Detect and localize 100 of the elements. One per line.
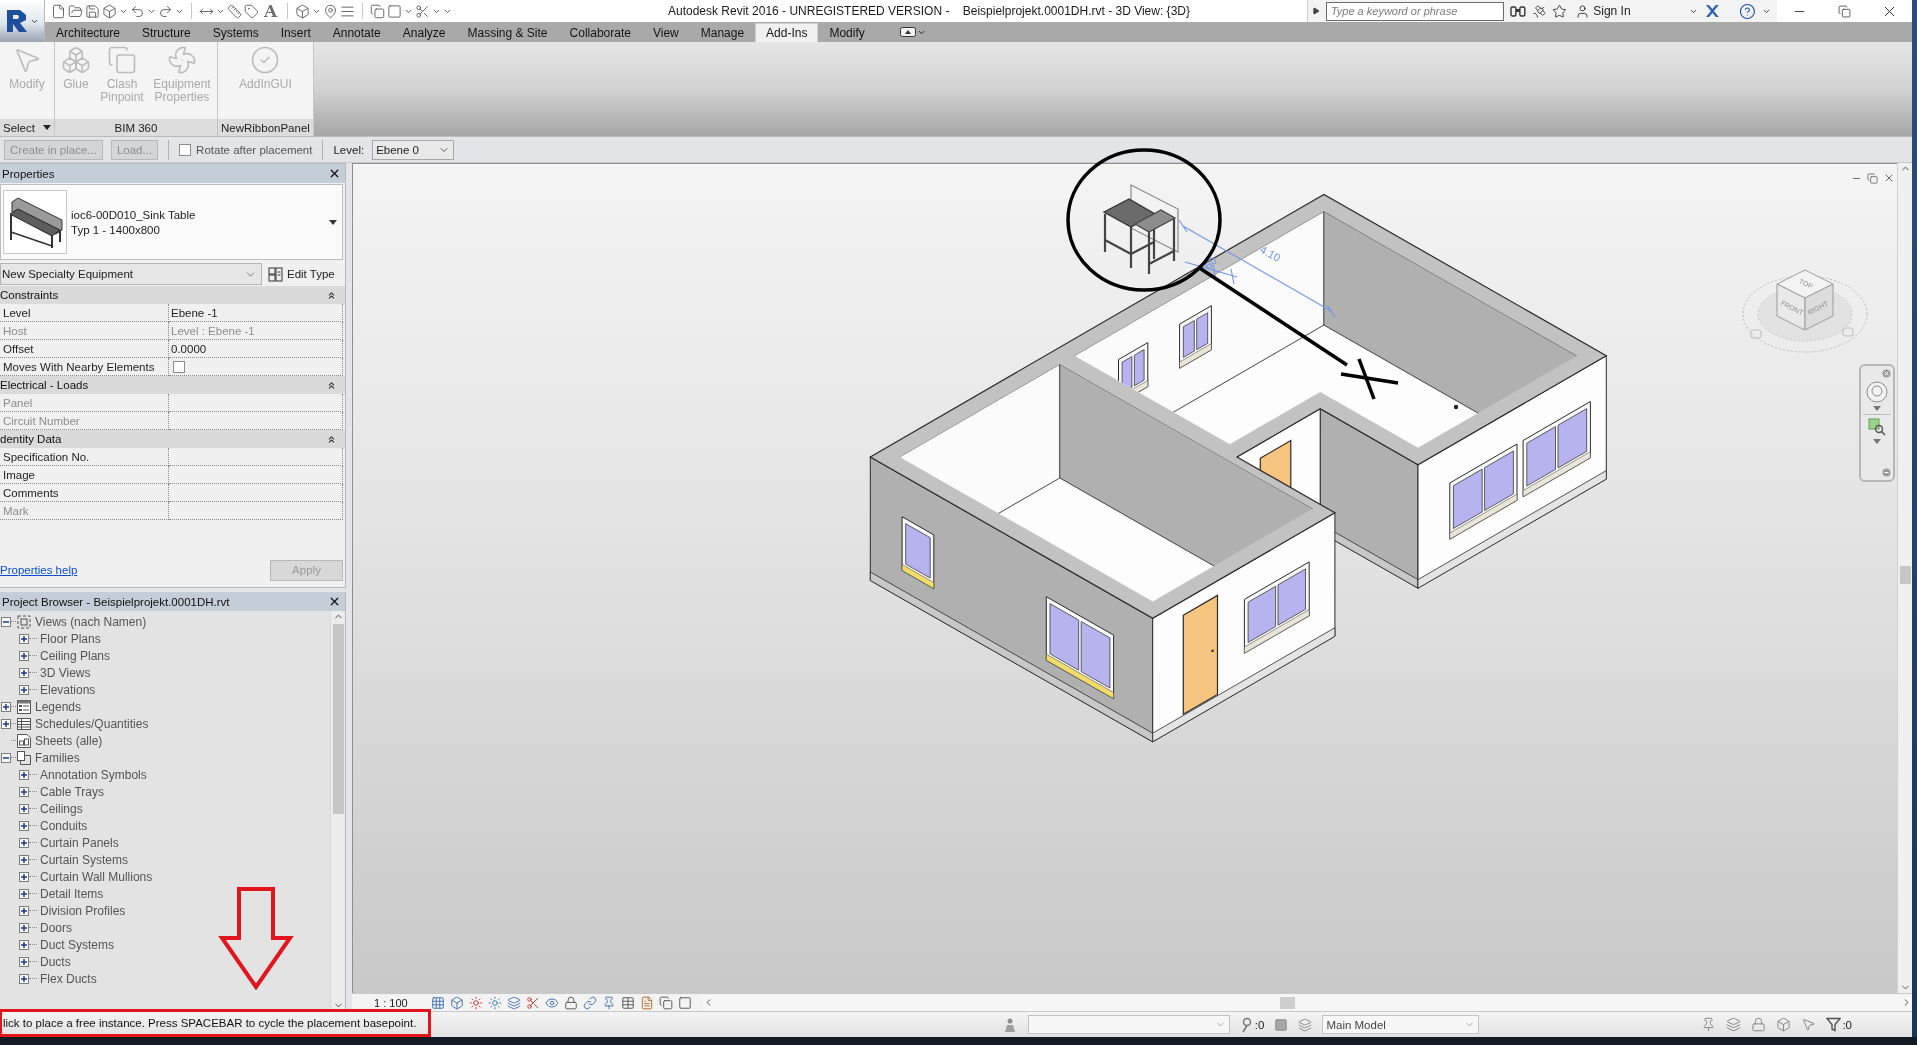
tree-item[interactable]: Ceilings	[37, 801, 83, 816]
scissors-icon[interactable]	[526, 995, 540, 1010]
magnifier-icon[interactable]	[1239, 1016, 1254, 1033]
scrollbar-thumb[interactable]	[1899, 566, 1911, 584]
table-icon[interactable]	[621, 995, 635, 1010]
collapse-icon[interactable]	[326, 289, 337, 301]
active-model-dropdown[interactable]: Main Model	[1322, 1015, 1480, 1034]
logo-icon[interactable]	[5, 8, 29, 34]
ring-icon[interactable]	[1866, 381, 1888, 403]
view-scale[interactable]: 1 : 100	[374, 996, 426, 1009]
lock-icon[interactable]	[1751, 1017, 1767, 1032]
link-icon[interactable]	[583, 995, 597, 1010]
tree-item[interactable]: Duct Systems	[37, 937, 114, 952]
expand-arrow-icon[interactable]	[1312, 7, 1320, 15]
checkbox[interactable]	[179, 143, 192, 156]
new-file-icon[interactable]	[51, 3, 66, 19]
cube-icon[interactable]	[450, 995, 464, 1010]
collapse-icon[interactable]	[326, 433, 337, 445]
tree-item[interactable]: Curtain Panels	[37, 835, 119, 850]
square-icon[interactable]	[1274, 1017, 1289, 1032]
tree-item[interactable]: Floor Plans	[37, 631, 101, 646]
ribbon-tab[interactable]: View	[641, 23, 690, 42]
horizontal-scrollbar[interactable]	[703, 994, 1912, 1011]
property-value-field[interactable]	[169, 448, 343, 466]
satellite-icon[interactable]	[1531, 3, 1547, 19]
ribbon-tab[interactable]: Add-Ins	[755, 23, 819, 42]
property-group-header[interactable]: Constraints	[0, 286, 345, 304]
tree-item[interactable]: Detail Items	[37, 886, 104, 901]
open-folder-icon[interactable]	[68, 3, 83, 19]
ribbon-tab[interactable]: Analyze	[391, 23, 457, 42]
expand-toggle-icon[interactable]	[1, 718, 11, 729]
pin-icon[interactable]	[1701, 1017, 1717, 1032]
close-icon[interactable]	[328, 167, 341, 180]
tag-icon[interactable]	[244, 3, 259, 19]
layers-icon[interactable]	[1298, 1017, 1313, 1032]
tree-item[interactable]: Curtain Systems	[37, 852, 129, 867]
expand-toggle-icon[interactable]	[19, 803, 29, 814]
ribbon-tab[interactable]: Collaborate	[558, 23, 642, 42]
layers-icon[interactable]	[1726, 1017, 1742, 1032]
property-value-field[interactable]	[169, 466, 343, 484]
application-menu-button[interactable]	[0, 0, 45, 42]
help-link[interactable]: Properties help	[0, 564, 78, 576]
windows-icon[interactable]	[370, 3, 386, 19]
sun-icon[interactable]	[469, 995, 483, 1010]
undo-icon[interactable]	[130, 3, 145, 19]
expand-toggle-icon[interactable]	[19, 769, 29, 780]
property-value-field[interactable]	[169, 394, 343, 412]
expand-toggle-icon[interactable]	[1, 701, 11, 712]
expand-toggle-icon[interactable]	[19, 871, 29, 882]
layers-icon[interactable]	[507, 995, 521, 1010]
collapse-toggle-icon[interactable]	[1, 616, 11, 627]
zoom-icon[interactable]	[1868, 418, 1886, 436]
expand-toggle-icon[interactable]	[19, 633, 29, 644]
tree-item[interactable]: 3D Views	[37, 665, 91, 680]
expand-toggle-icon[interactable]	[19, 786, 29, 797]
property-value-field[interactable]	[169, 484, 343, 502]
edit-type-button[interactable]: Edit Type	[268, 266, 335, 282]
caret-icon[interactable]	[42, 125, 51, 130]
ribbon-tab[interactable]: Modify	[818, 23, 876, 42]
eye-icon[interactable]	[545, 995, 559, 1010]
tree-item[interactable]: Views (nach Namen)	[32, 614, 147, 629]
ribbon-tab[interactable]: Annotate	[321, 23, 392, 42]
category-dropdown[interactable]: New Specialty Equipment	[0, 263, 262, 285]
x-mark-icon[interactable]	[1703, 4, 1720, 18]
property-value-field[interactable]	[169, 502, 343, 520]
document-icon[interactable]	[640, 995, 654, 1010]
scrollbar-thumb[interactable]	[1280, 996, 1295, 1009]
ribbon-tab[interactable]: Massing & Site	[456, 23, 559, 42]
tree-item[interactable]: Ducts	[37, 954, 71, 969]
collapse-toggle-icon[interactable]	[1, 752, 11, 763]
expand-toggle-icon[interactable]	[19, 820, 29, 831]
scrollbar[interactable]	[1897, 163, 1912, 993]
expand-toggle-icon[interactable]	[19, 905, 29, 916]
scrollbar-thumb[interactable]	[332, 624, 344, 814]
tree-item[interactable]: Curtain Wall Mullions	[37, 869, 153, 884]
expand-toggle-icon[interactable]	[19, 888, 29, 899]
binoculars-icon[interactable]	[1509, 4, 1526, 18]
tree-item[interactable]: Families	[32, 750, 80, 765]
ribbon-tab[interactable]: Insert	[269, 23, 322, 42]
property-group-header[interactable]: Electrical - Loads	[0, 376, 345, 394]
redo-icon[interactable]	[158, 3, 173, 19]
scissors-icon[interactable]	[415, 3, 431, 19]
filter-icon[interactable]	[1826, 1017, 1842, 1032]
ribbon-tab[interactable]: Architecture	[45, 23, 132, 42]
restore-icon[interactable]	[1867, 172, 1878, 184]
pin-icon[interactable]	[602, 995, 616, 1010]
checkbox[interactable]	[173, 360, 185, 373]
scrollbar[interactable]	[330, 611, 345, 1011]
ribbon-tab[interactable]: Structure	[131, 23, 202, 42]
cube-icon[interactable]	[1776, 1017, 1792, 1032]
property-value-field[interactable]: 0.0000	[169, 340, 343, 358]
help-icon[interactable]	[1739, 2, 1757, 20]
grid-icon[interactable]	[431, 995, 445, 1010]
tree-item[interactable]: Cable Trays	[37, 784, 105, 799]
search-field[interactable]: Type a keyword or phrase	[1325, 1, 1504, 21]
copy-icon[interactable]	[659, 995, 673, 1010]
ribbon-tab[interactable]: Manage	[689, 23, 756, 42]
expand-toggle-icon[interactable]	[19, 837, 29, 848]
tree-item[interactable]: Elevations	[37, 682, 96, 697]
panel-toggle-icon[interactable]	[899, 27, 916, 37]
